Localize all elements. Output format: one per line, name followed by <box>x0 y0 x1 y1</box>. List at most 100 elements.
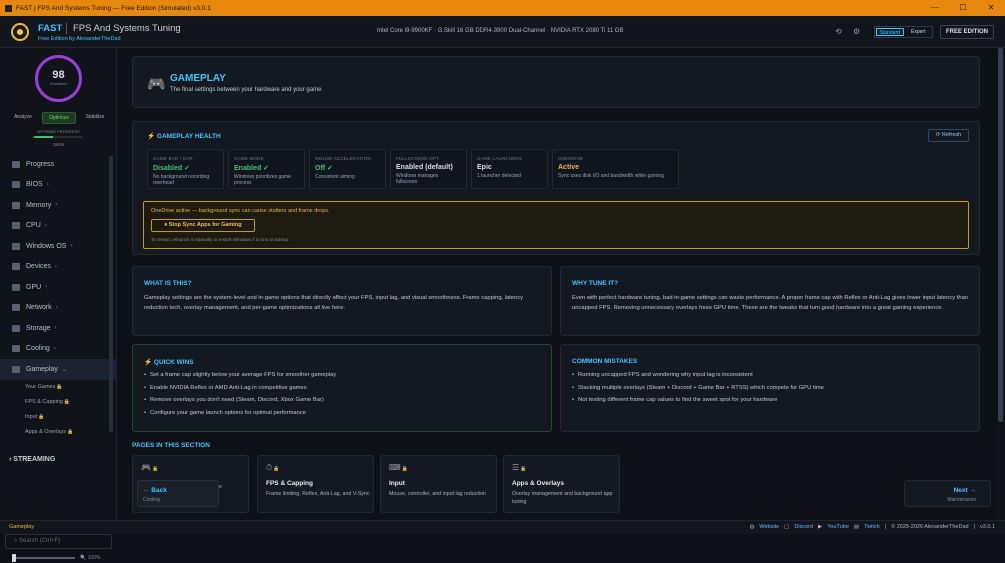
chevron-right-icon: › <box>45 284 48 291</box>
sidebar-section-streaming[interactable]: › STREAMING <box>9 456 55 463</box>
divider <box>66 23 67 34</box>
sidebar-subitem-fps-capping[interactable]: FPS & Capping🔒 <box>0 395 117 410</box>
sidebar-item-label: CPU <box>26 222 41 230</box>
list-item: Running uncapped FPS and wondering why i… <box>572 369 824 382</box>
subitem-label: Input <box>25 413 38 420</box>
optimize-progress-bar <box>34 136 82 138</box>
sidebar-item-label: Cooling <box>26 345 50 353</box>
refresh-label: Refresh <box>941 132 962 138</box>
sidebar-subitem-your-games[interactable]: Your Games🔒 <box>0 380 117 395</box>
maximize-button[interactable]: ☐ <box>949 0 977 16</box>
chevron-right-icon: › <box>46 181 49 188</box>
health-value: Epic <box>477 164 492 171</box>
sidebar-subitem-input[interactable]: Input🔒 <box>0 410 117 425</box>
hero-card: 🎮 GAMEPLAY The final settings between yo… <box>132 56 980 108</box>
history-icon[interactable]: ⟲ <box>835 27 842 36</box>
separator: | <box>884 524 887 530</box>
tab-optimize[interactable]: Optimize <box>42 112 76 124</box>
health-desc: Windows prioritizes game process <box>234 174 291 186</box>
website-icon: ◍ <box>749 524 755 530</box>
search-placeholder: Search (Ctrl+F) <box>19 538 61 544</box>
onedrive-warning: OneDrive active — background sync can ca… <box>143 201 969 249</box>
why-tune-it-card: WHY TUNE IT? Even with perfect hardware … <box>560 266 980 336</box>
health-desc: Windows manages fullscreen <box>396 173 439 185</box>
page-card-fps-capping[interactable]: ⏱🔒 FPS & Capping Frame limiting, Reflex,… <box>257 455 374 513</box>
bolt-icon: ⚡ <box>144 359 153 366</box>
quick-wins-card: ⚡ QUICK WINS Set a frame cap slightly be… <box>132 344 552 432</box>
edition-badge[interactable]: FREE EDITION <box>940 25 994 39</box>
discord-link[interactable]: Discord <box>794 524 813 530</box>
next-sub: Maintenance <box>947 497 976 503</box>
status-bar: Gameplay ◍ Website ▢ Discord ▶ YouTube ▤ Twi… <box>0 520 1005 534</box>
refresh-button[interactable]: ⟳ Refresh <box>928 129 969 142</box>
chevron-down-icon: ⌄ <box>61 366 67 373</box>
section-title: ⚡ GAMEPLAY HEALTH <box>147 132 221 140</box>
chip-icon <box>12 181 20 189</box>
sidebar-scrollbar[interactable] <box>109 156 113 432</box>
page-card-title: Input <box>389 480 405 487</box>
subitem-label: Apps & Overlays <box>25 428 66 435</box>
thermometer-icon <box>12 345 20 353</box>
quick-wins-list: Set a frame cap slightly below your aver… <box>144 369 336 420</box>
page-card-input[interactable]: ⌨🔒 Input Mouse, controller, and input la… <box>380 455 497 513</box>
health-value: Enabled (default) <box>396 164 453 171</box>
sidebar-item-label: BIOS <box>26 181 43 189</box>
twitch-link[interactable]: Twitch <box>864 524 880 530</box>
sidebar-item-cooling[interactable]: Cooling › <box>0 339 117 360</box>
progress-count: 18/45 <box>52 142 65 147</box>
sidebar-item-windows-os[interactable]: Windows OS › <box>0 236 117 257</box>
tab-analyze[interactable]: Analyze <box>7 112 39 124</box>
separator: | <box>973 524 976 530</box>
health-desc: Sync uses disk I/O and bandwidth while g… <box>558 173 664 179</box>
zoom-icon: 🔍 <box>80 555 87 561</box>
zoom-control: 🔍 100% <box>5 553 112 563</box>
next-label: Next → <box>953 487 976 494</box>
health-desc: 1 launcher detected <box>477 173 521 179</box>
sidebar-item-devices[interactable]: Devices › <box>0 257 117 278</box>
devices-icon <box>12 263 20 271</box>
health-cards: GAME BAR / DVR Disabled ✓ No background re… <box>147 149 679 189</box>
gamepad-icon: 🎮 <box>147 76 166 93</box>
chevron-right-icon: › <box>55 202 58 209</box>
sidebar-item-gameplay[interactable]: Gameplay ⌄ <box>0 359 117 380</box>
back-button[interactable]: ← Back Cooling <box>137 480 219 507</box>
close-button[interactable]: ✕ <box>977 0 1005 16</box>
lock-icon: 🔒 <box>63 398 71 405</box>
zoom-slider[interactable] <box>12 554 75 562</box>
network-icon <box>12 304 20 312</box>
list-icon: ☰🔒 <box>512 463 527 472</box>
main-scrollbar[interactable] <box>997 48 1005 520</box>
website-link[interactable]: Website <box>759 524 779 530</box>
sidebar-item-progress[interactable]: Progress <box>0 154 117 175</box>
sidebar-subitem-apps-overlays[interactable]: Apps & Overlays🔒 <box>0 425 117 440</box>
scrollbar-thumb[interactable] <box>998 48 1003 422</box>
sidebar-item-label: Memory <box>26 201 52 209</box>
zoom-slider-handle[interactable] <box>12 554 16 562</box>
warning-note: To restart, relaunch it manually or rest… <box>151 237 290 242</box>
health-label: GAME BAR / DVR <box>153 156 193 161</box>
sidebar: 98 Excellent Analyze Optimize Stabilize … <box>0 48 117 562</box>
health-card-game-bar: GAME BAR / DVR Disabled ✓ No background re… <box>147 149 224 189</box>
lock-icon: 🔒 <box>273 466 280 472</box>
search-input[interactable]: ⌕ Search (Ctrl+F) <box>5 534 112 549</box>
sidebar-item-memory[interactable]: Memory › <box>0 195 117 216</box>
sidebar-item-network[interactable]: Network › <box>0 298 117 319</box>
youtube-link[interactable]: YouTube <box>827 524 849 530</box>
sidebar-item-bios[interactable]: BIOS › <box>0 175 117 196</box>
gameplay-health-card: ⚡ GAMEPLAY HEALTH ⟳ Refresh GAME BAR / D… <box>132 121 980 255</box>
chevron-right-icon: › <box>54 325 57 332</box>
lock-icon: 🔒 <box>520 466 527 472</box>
page-card-apps-overlays[interactable]: ☰🔒 Apps & Overlays Overlay management an… <box>503 455 620 513</box>
sidebar-item-cpu[interactable]: CPU › <box>0 216 117 237</box>
tab-stabilize[interactable]: Stabilize <box>79 112 111 124</box>
sidebar-item-gpu[interactable]: GPU › <box>0 277 117 298</box>
sidebar-item-storage[interactable]: Storage › <box>0 318 117 339</box>
mode-expert-button[interactable]: Expert <box>906 28 932 36</box>
stopwatch-icon: ⏱🔒 <box>266 463 280 472</box>
next-button[interactable]: Next → Maintenance <box>904 480 991 507</box>
minimize-button[interactable]: — <box>921 0 949 16</box>
mode-standard-button[interactable]: Standard <box>876 28 904 36</box>
settings-icon[interactable]: ⚙ <box>853 27 860 36</box>
list-item: Configure your game launch options for o… <box>144 407 336 420</box>
stop-sync-apps-button[interactable]: ⏸ Stop Sync Apps for Gaming <box>151 219 255 232</box>
